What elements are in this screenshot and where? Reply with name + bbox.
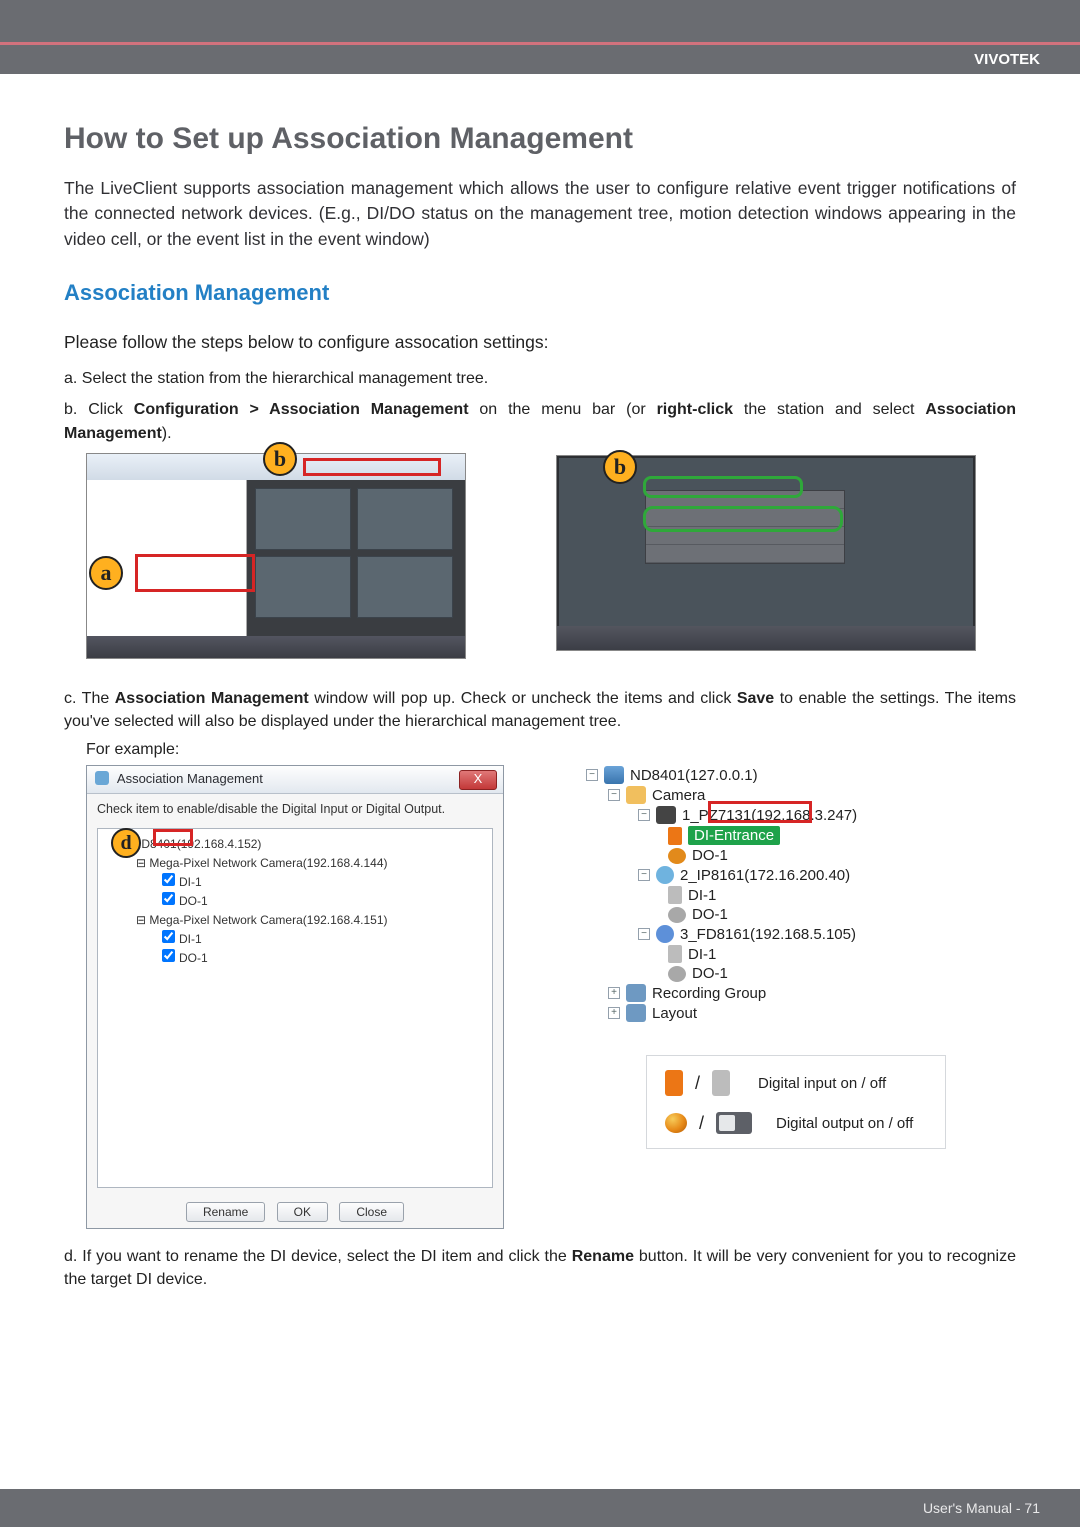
legend-di-text: Digital input on / off xyxy=(758,1075,886,1092)
collapse-icon[interactable]: − xyxy=(586,769,598,781)
di-checkbox[interactable] xyxy=(162,930,175,943)
expand-icon[interactable]: + xyxy=(608,1007,620,1019)
di-entrance-label[interactable]: DI-Entrance xyxy=(688,826,780,845)
dialog-icon xyxy=(95,771,109,785)
tree-row: +Recording Group xyxy=(586,983,966,1003)
shot-bottombar xyxy=(87,636,465,658)
collapse-icon[interactable]: − xyxy=(608,789,620,801)
tree-row: +Layout xyxy=(586,1003,966,1023)
brand-label: VIVOTEK xyxy=(974,51,1040,68)
highlight-rect xyxy=(708,801,812,823)
tree-camera[interactable]: ⊟ Mega-Pixel Network Camera(192.168.4.14… xyxy=(136,854,486,873)
subintro: Please follow the steps below to configu… xyxy=(64,332,1016,353)
collapse-icon[interactable]: − xyxy=(638,809,650,821)
close-button[interactable]: Close xyxy=(339,1202,404,1222)
legend-box: / Digital input on / off / Digital outpu… xyxy=(646,1055,946,1149)
screenshot-right: b xyxy=(556,455,976,651)
dialog-close-button[interactable]: X xyxy=(459,770,497,790)
tree-do[interactable]: DO-1 xyxy=(162,949,486,968)
dialog-title: Association Management xyxy=(117,771,263,786)
highlight-rect xyxy=(153,829,193,846)
di-off-icon xyxy=(712,1070,730,1096)
tree-di[interactable]: DI-1 xyxy=(162,930,486,949)
tree-camera[interactable]: ⊟ Mega-Pixel Network Camera(192.168.4.15… xyxy=(136,911,486,930)
tree-row: DI-Entrance xyxy=(586,825,966,846)
marker-a: a xyxy=(89,556,123,590)
video-thumb xyxy=(255,556,351,618)
marker-b: b xyxy=(603,450,637,484)
tree-row: −ND8401(127.0.0.1) xyxy=(586,765,966,785)
di-on-icon xyxy=(668,827,682,845)
camera-icon xyxy=(656,925,674,943)
camera-icon xyxy=(656,806,676,824)
di-off-icon xyxy=(668,945,682,963)
tree-do[interactable]: DO-1 xyxy=(162,892,486,911)
intro-paragraph: The LiveClient supports association mana… xyxy=(64,176,1016,252)
section-heading: Association Management xyxy=(64,280,1016,306)
dialog-tree: ▣ ND8401(192.168.4.152) ⊟ Mega-Pixel Net… xyxy=(97,828,493,1188)
page-title: How to Set up Association Management xyxy=(64,122,1016,156)
dialog-buttons: Rename OK Close xyxy=(87,1202,503,1222)
header-bar: VIVOTEK xyxy=(0,42,1080,74)
step-b: b. Click Configuration > Association Man… xyxy=(64,398,1016,444)
di-checkbox[interactable] xyxy=(162,873,175,886)
tree-row: −2_IP8161(172.16.200.40) xyxy=(586,865,966,885)
example-label: For example: xyxy=(86,741,1016,759)
do-off-icon xyxy=(668,966,686,982)
highlight-oval xyxy=(643,476,803,498)
screenshot-row: b a b xyxy=(86,453,1016,659)
do-off-icon xyxy=(668,907,686,923)
association-dialog: Association Management X Check item to e… xyxy=(86,765,504,1229)
tree-row: DO-1 xyxy=(586,964,966,983)
expand-icon[interactable]: + xyxy=(608,987,620,999)
legend-row-di: / Digital input on / off xyxy=(665,1070,927,1096)
camera-icon xyxy=(656,866,674,884)
do-checkbox[interactable] xyxy=(162,892,175,905)
slash-label: / xyxy=(697,1113,706,1134)
dialog-title-bar: Association Management xyxy=(87,766,503,794)
tree-row: −3_FD8161(192.168.5.105) xyxy=(586,924,966,944)
tree-di[interactable]: DI-1 xyxy=(162,873,486,892)
di-off-icon xyxy=(668,886,682,904)
video-thumb xyxy=(255,488,351,550)
highlight-rect xyxy=(303,458,441,476)
marker-b: b xyxy=(263,442,297,476)
tree-row: DI-1 xyxy=(586,885,966,905)
station-icon xyxy=(604,766,624,784)
management-tree-sample: −ND8401(127.0.0.1) −Camera −1_PZ7131(192… xyxy=(586,765,966,1149)
legend-row-do: / Digital output on / off xyxy=(665,1112,927,1134)
do-off-icon xyxy=(716,1112,752,1134)
do-icon xyxy=(668,848,686,864)
collapse-icon[interactable]: − xyxy=(638,869,650,881)
dialog-info: Check item to enable/disable the Digital… xyxy=(87,794,503,824)
shot-bottombar xyxy=(557,626,975,650)
tree-row: DO-1 xyxy=(586,846,966,865)
highlight-oval xyxy=(643,506,843,532)
marker-d: d xyxy=(111,828,141,858)
legend-do-text: Digital output on / off xyxy=(776,1115,913,1132)
row-c: Association Management X Check item to e… xyxy=(86,765,1016,1229)
screenshot-left: b a xyxy=(86,453,466,659)
rename-button[interactable]: Rename xyxy=(186,1202,265,1222)
footer-bar: User's Manual - 71 xyxy=(0,1489,1080,1527)
footer-text: User's Manual - 71 xyxy=(923,1500,1040,1516)
tree-row: DO-1 xyxy=(586,905,966,924)
folder-icon xyxy=(626,786,646,804)
tree-row: DI-1 xyxy=(586,944,966,964)
recgroup-icon xyxy=(626,984,646,1002)
video-thumb xyxy=(357,488,453,550)
layout-icon xyxy=(626,1004,646,1022)
do-on-icon xyxy=(665,1113,687,1133)
video-thumb xyxy=(357,556,453,618)
ok-button[interactable]: OK xyxy=(277,1202,328,1222)
highlight-rect xyxy=(135,554,255,592)
collapse-icon[interactable]: − xyxy=(638,928,650,940)
do-checkbox[interactable] xyxy=(162,949,175,962)
step-d: d. If you want to rename the DI device, … xyxy=(64,1245,1016,1291)
di-on-icon xyxy=(665,1070,683,1096)
slash-label: / xyxy=(693,1073,702,1094)
step-a: a. Select the station from the hierarchi… xyxy=(64,367,1016,390)
step-c: c. The Association Management window wil… xyxy=(64,687,1016,733)
